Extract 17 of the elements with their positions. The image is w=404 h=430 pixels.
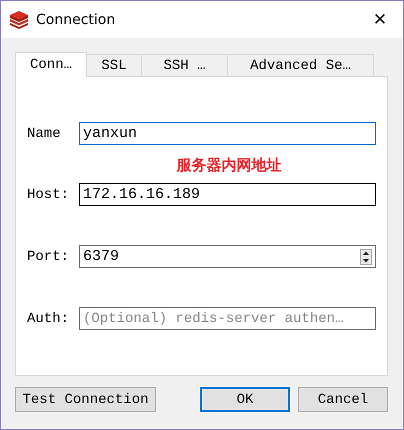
tab[interactable]: Advanced Se… xyxy=(227,54,374,76)
dialog-button[interactable]: Cancel xyxy=(298,387,388,412)
field-label: Host: xyxy=(27,186,70,202)
field-label: Name xyxy=(27,126,62,142)
field-label: Port: xyxy=(27,248,70,264)
annotation-text: 服务器内网地址 xyxy=(176,156,282,176)
app-icon xyxy=(9,10,29,28)
dialog-button[interactable]: OK xyxy=(200,387,290,412)
input-field[interactable]: 6379 xyxy=(79,245,376,268)
input-field[interactable]: yanxun xyxy=(79,122,376,145)
input-field[interactable]: 172.16.16.189 xyxy=(79,183,376,206)
dialog-button[interactable]: Test Connection xyxy=(15,387,156,412)
field-label: Auth: xyxy=(27,310,70,326)
spin-arrows-icon[interactable] xyxy=(360,248,372,264)
close-button[interactable]: ✕ xyxy=(357,1,403,38)
window-title: Connection xyxy=(36,12,116,28)
tab[interactable]: Conn… xyxy=(15,52,88,77)
